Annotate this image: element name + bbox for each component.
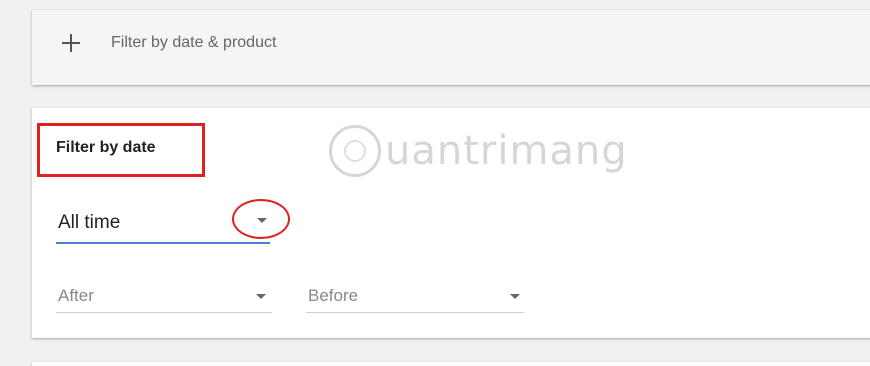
- after-date-select[interactable]: After: [56, 284, 272, 313]
- expander-label[interactable]: Filter by date & product: [111, 34, 276, 52]
- section-title: Filter by date: [56, 139, 156, 156]
- next-card: [32, 362, 870, 366]
- before-placeholder: Before: [308, 286, 359, 305]
- filter-expander-card[interactable]: Filter by date & product: [32, 10, 870, 85]
- filter-by-date-card: Filter by date uantrimang All time After…: [32, 108, 870, 338]
- annotation-circle: [232, 199, 290, 239]
- lightbulb-icon: [329, 125, 381, 177]
- before-date-select[interactable]: Before: [306, 284, 524, 313]
- add-filter-expander[interactable]: Filter by date & product: [62, 34, 276, 52]
- watermark-logo: uantrimang: [329, 125, 628, 177]
- watermark-text: uantrimang: [385, 128, 628, 174]
- page: Filter by date & product Filter by date …: [0, 0, 870, 366]
- chevron-down-icon[interactable]: [510, 294, 520, 299]
- plus-icon[interactable]: [62, 34, 80, 52]
- date-range-value: All time: [58, 212, 121, 233]
- after-placeholder: After: [58, 286, 94, 305]
- chevron-down-icon[interactable]: [256, 294, 266, 299]
